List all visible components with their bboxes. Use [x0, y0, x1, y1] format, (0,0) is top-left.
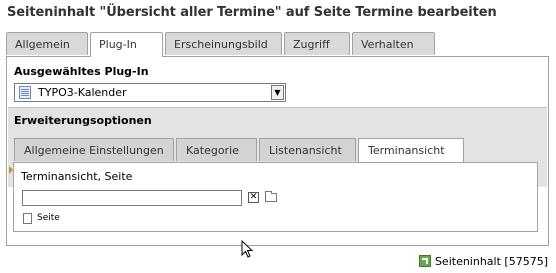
plugin-section-heading: Ausgewähltes Plug-In — [14, 65, 149, 78]
subtab-label: Listenansicht — [269, 144, 342, 157]
subtab-allgemeine-einstellungen[interactable]: Allgemeine Einstellungen — [14, 138, 174, 161]
clear-icon[interactable]: ✕ — [248, 192, 259, 203]
page-title: Seiteninhalt "Übersicht aller Termine" a… — [7, 5, 497, 20]
tab-erscheinungsbild[interactable]: Erscheinungsbild — [165, 32, 282, 55]
page-input[interactable] — [22, 190, 242, 206]
plugin-select-value: TYPO3-Kalender — [38, 86, 127, 99]
terminansicht-panel: Terminansicht, Seite ✕ Seite — [9, 162, 538, 232]
plugin-select[interactable]: TYPO3-Kalender ▼ — [14, 83, 286, 102]
content-element-footer[interactable]: Seiteninhalt [57575] — [418, 255, 548, 268]
tab-label: Plug-In — [99, 38, 137, 51]
tab-label: Verhalten — [361, 38, 414, 51]
mouse-cursor-icon — [241, 240, 254, 258]
subtab-label: Allgemeine Einstellungen — [24, 144, 164, 157]
tab-label: Erscheinungsbild — [174, 38, 268, 51]
subtab-label: Terminansicht — [368, 144, 445, 157]
calendar-icon — [19, 86, 31, 99]
field-marker-icon — [9, 166, 13, 174]
chevron-down-icon[interactable]: ▼ — [271, 85, 284, 100]
subtab-listenansicht[interactable]: Listenansicht — [259, 138, 356, 161]
tab-allgemein[interactable]: Allgemein — [6, 32, 88, 55]
tab-label: Zugriff — [293, 38, 330, 51]
subtab-label: Kategorie — [186, 144, 239, 157]
footer-label: Seiteninhalt [57575] — [434, 255, 548, 268]
subtab-terminansicht[interactable]: Terminansicht — [358, 138, 464, 162]
folder-icon[interactable] — [265, 191, 277, 202]
tab-label: Allgemein — [15, 38, 70, 51]
page-label: Seite — [37, 213, 60, 223]
page-icon — [23, 213, 32, 224]
tab-plug-in[interactable]: Plug-In — [90, 32, 163, 57]
plugin-panel: Ausgewähltes Plug-In TYPO3-Kalender ▼ Er… — [6, 56, 549, 246]
field-label: Terminansicht, Seite — [21, 170, 133, 183]
content-element-icon — [418, 255, 431, 267]
tab-verhalten[interactable]: Verhalten — [352, 32, 435, 55]
options-section-heading: Erweiterungsoptionen — [14, 114, 152, 127]
tab-zugriff[interactable]: Zugriff — [284, 32, 350, 55]
subtab-kategorie[interactable]: Kategorie — [176, 138, 257, 161]
